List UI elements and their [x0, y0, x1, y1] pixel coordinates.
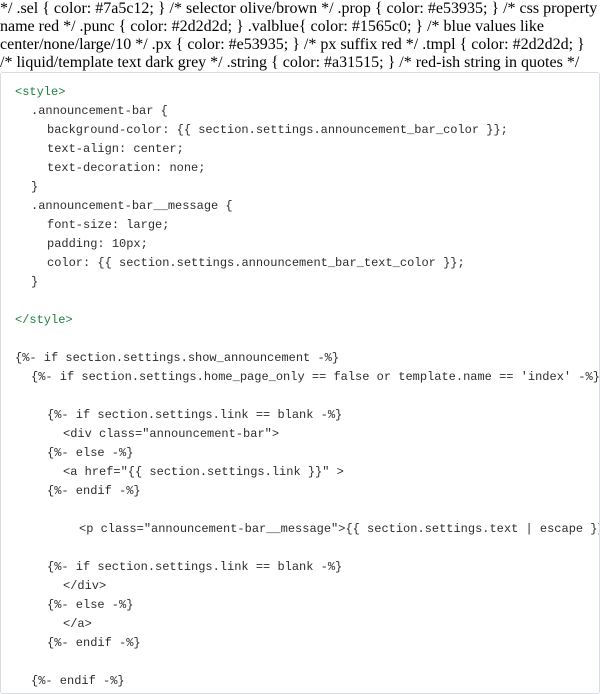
code-line: {%- if section.settings.link == blank -%… — [15, 558, 585, 577]
code-line: .announcement-bar { — [15, 102, 585, 121]
code-token: center — [133, 142, 176, 156]
code-token: .announcement-bar — [31, 104, 153, 118]
code-token: {%- if section.settings.home_page_only =… — [31, 370, 521, 384]
code-token: {%- else -%} — [47, 598, 133, 612]
code-line: {%- else -%} — [15, 444, 585, 463]
code-line: {%- endif -%} — [15, 482, 585, 501]
code-token: -%} — [571, 370, 600, 384]
code-line: </style> — [15, 311, 585, 330]
code-token: ; — [162, 218, 169, 232]
code-token: ; — [198, 161, 205, 175]
code-token: 'index' — [521, 370, 571, 384]
code-line: text-align: center; — [15, 140, 585, 159]
code-token: background-color — [47, 123, 162, 137]
code-line: padding: 10px; — [15, 235, 585, 254]
code-token: px — [126, 237, 140, 251]
code-line: </div> — [15, 577, 585, 596]
code-token: : — [97, 237, 111, 251]
code-token: text-align — [47, 142, 119, 156]
code-token: "{{ section.settings.link }}" — [121, 465, 330, 479]
code-token: color — [47, 256, 83, 270]
code-token: </style> — [15, 313, 73, 327]
code-line: text-decoration: none; — [15, 159, 585, 178]
code-token: "announcement-bar__message" — [144, 522, 338, 536]
code-line: } — [15, 273, 585, 292]
code-line: .announcement-bar__message { — [15, 197, 585, 216]
code-token: <style> — [15, 85, 65, 99]
code-token: } — [31, 180, 38, 194]
code-token: {%- endif -%} — [47, 484, 141, 498]
code-token: : {{ section.settings.announcement_bar_c… — [162, 123, 508, 137]
code-line — [15, 501, 585, 520]
code-line: {%- if section.settings.show_announcemen… — [15, 349, 585, 368]
code-line: <a href="{{ section.settings.link }}" > — [15, 463, 585, 482]
code-line — [15, 653, 585, 672]
code-token: </a> — [63, 617, 92, 631]
code-token: {%- endif -%} — [31, 674, 125, 688]
code-line: } — [15, 178, 585, 197]
code-line — [15, 292, 585, 311]
code-line: <style> — [15, 83, 585, 102]
code-line: {%- if section.settings.home_page_only =… — [15, 368, 585, 387]
code-token: <div class= — [63, 427, 142, 441]
code-token: : — [112, 218, 126, 232]
code-token: large — [126, 218, 162, 232]
code-token: "announcement-bar" — [142, 427, 272, 441]
code-line: color: {{ section.settings.announcement_… — [15, 254, 585, 273]
code-token: </div> — [63, 579, 106, 593]
code-token: : {{ section.settings.announcement_bar_t… — [83, 256, 465, 270]
code-line: background-color: {{ section.settings.an… — [15, 121, 585, 140]
code-token: { — [153, 104, 167, 118]
code-token: ; — [141, 237, 148, 251]
code-token: <a href= — [63, 465, 121, 479]
code-line: {%- else -%} — [15, 596, 585, 615]
code-line — [15, 539, 585, 558]
code-token: {%- if section.settings.link == blank -%… — [47, 408, 342, 422]
code-token: 10 — [112, 237, 126, 251]
code-token: >{{ section.settings.text | escape }}</p… — [338, 522, 600, 536]
code-block: <style>.announcement-bar {background-col… — [0, 72, 600, 694]
code-line: {%- endif -%} — [15, 634, 585, 653]
code-line: {%- if section.settings.link == blank -%… — [15, 406, 585, 425]
code-line: font-size: large; — [15, 216, 585, 235]
code-token: none — [169, 161, 198, 175]
code-token: : — [155, 161, 169, 175]
code-token: : — [119, 142, 133, 156]
code-line: </a> — [15, 615, 585, 634]
code-line: <p class="announcement-bar__message">{{ … — [15, 520, 585, 539]
code-line: {%- endif -%} — [15, 672, 585, 691]
code-token: > — [272, 427, 279, 441]
code-token: <p class= — [79, 522, 144, 536]
code-token: {%- if section.settings.show_announcemen… — [15, 351, 339, 365]
code-line — [15, 387, 585, 406]
code-token: {%- endif -%} — [47, 636, 141, 650]
code-line — [15, 330, 585, 349]
code-token: { — [218, 199, 232, 213]
code-token: text-decoration — [47, 161, 155, 175]
code-token: > — [329, 465, 343, 479]
code-token: ; — [177, 142, 184, 156]
code-token: } — [31, 275, 38, 289]
code-token: {%- if section.settings.link == blank -%… — [47, 560, 342, 574]
code-token: {%- else -%} — [47, 446, 133, 460]
code-line: <div class="announcement-bar"> — [15, 425, 585, 444]
code-token: font-size — [47, 218, 112, 232]
code-token: padding — [47, 237, 97, 251]
code-token: .announcement-bar__message — [31, 199, 218, 213]
